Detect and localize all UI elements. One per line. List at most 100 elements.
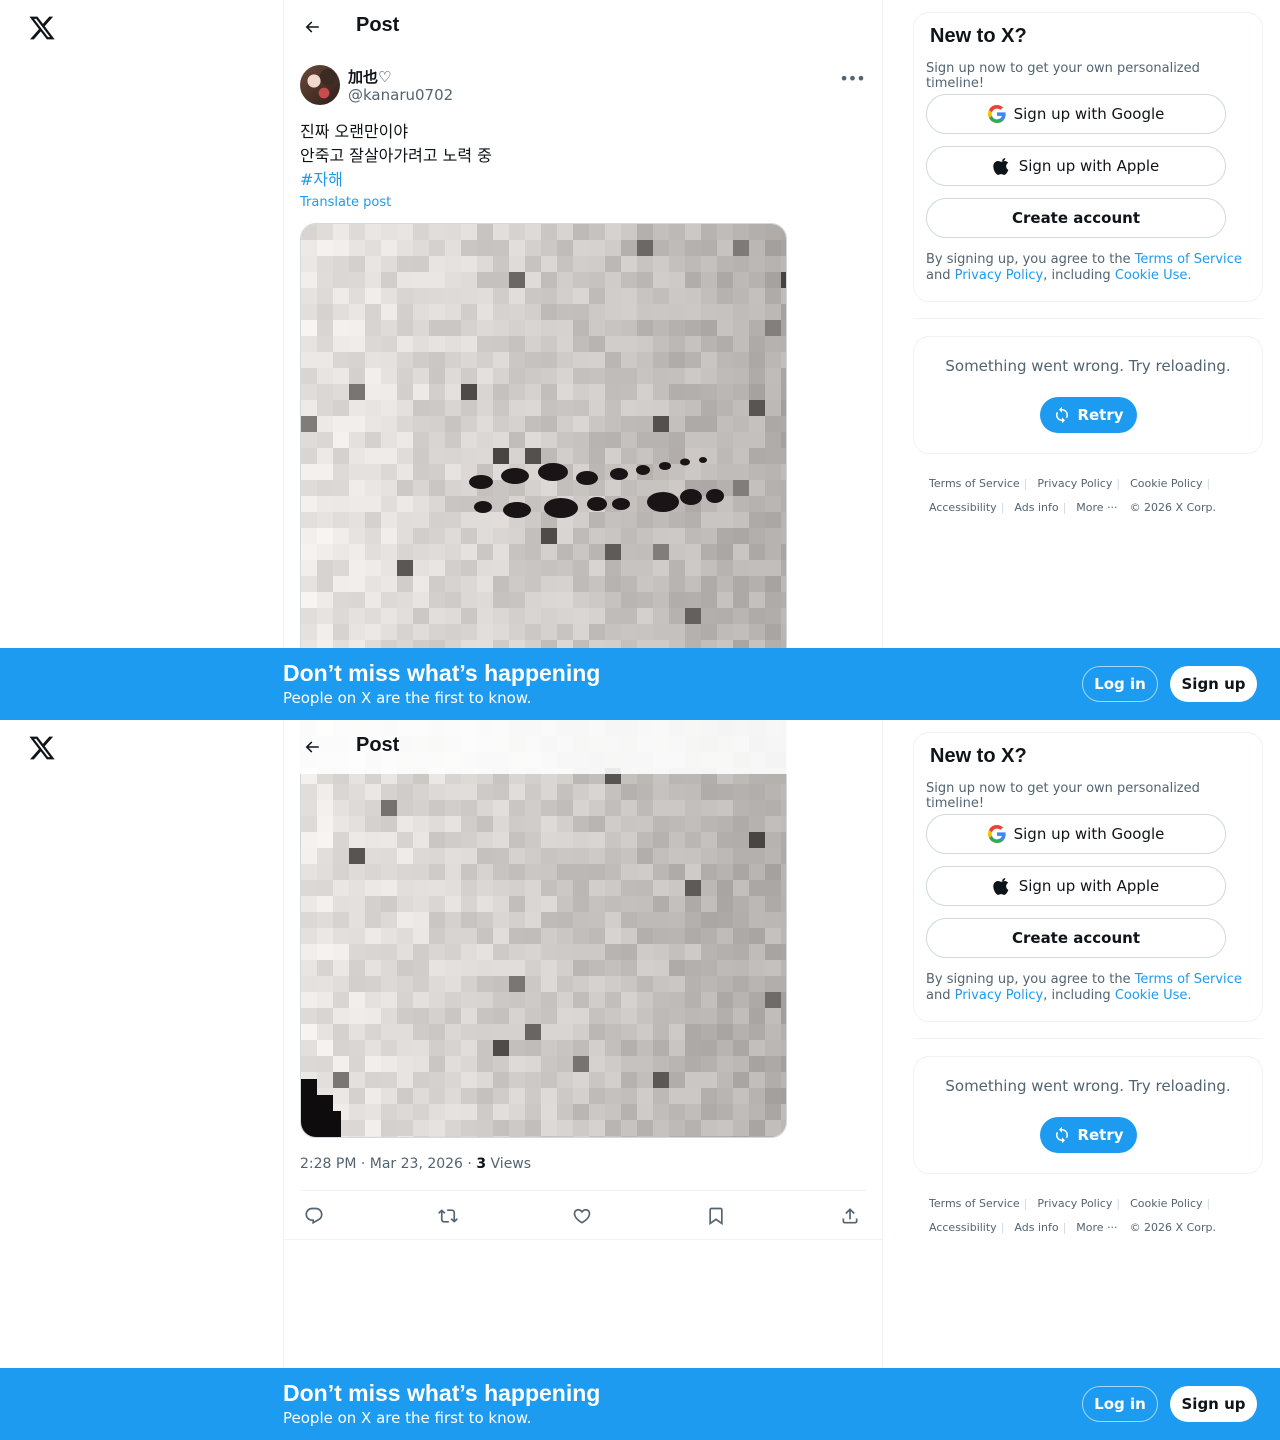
- back-button[interactable]: [296, 731, 328, 763]
- repost-icon[interactable]: [434, 1202, 462, 1230]
- new-to-x-title: New to X?: [930, 745, 1027, 767]
- translate-post-link[interactable]: Translate post: [300, 195, 391, 210]
- error-message: Something went wrong. Try reloading.: [945, 1077, 1231, 1095]
- footer-more-link[interactable]: More ···: [1076, 496, 1117, 520]
- footer-cookie-link[interactable]: Cookie Policy: [1130, 472, 1202, 496]
- sign-up-apple-button[interactable]: Sign up with Apple: [926, 866, 1226, 906]
- login-banner: Don’t miss what’s happening People on X …: [0, 648, 1280, 720]
- privacy-policy-link[interactable]: Privacy Policy: [955, 268, 1044, 283]
- footer-ads-info-link[interactable]: Ads info: [1014, 496, 1058, 520]
- footer-accessibility-link[interactable]: Accessibility: [929, 496, 997, 520]
- author-name[interactable]: 加也♡: [348, 66, 391, 87]
- terms-text: By signing up, you agree to the Terms of…: [926, 252, 1256, 284]
- refresh-icon: [1056, 406, 1069, 424]
- page-title: Post: [356, 734, 400, 756]
- x-logo-icon[interactable]: [28, 14, 56, 42]
- cookie-use-link[interactable]: Cookie Use.: [1115, 268, 1192, 283]
- post-image[interactable]: [300, 223, 787, 720]
- new-to-x-title: New to X?: [930, 25, 1027, 47]
- log-in-button[interactable]: Log in: [1082, 1386, 1158, 1422]
- refresh-icon: [1056, 1126, 1069, 1144]
- footer-terms-link[interactable]: Terms of Service: [929, 1192, 1020, 1216]
- footer-privacy-link[interactable]: Privacy Policy: [1037, 1192, 1112, 1216]
- terms-of-service-link[interactable]: Terms of Service: [1135, 252, 1242, 267]
- back-button[interactable]: [296, 11, 328, 43]
- share-icon[interactable]: [836, 1202, 864, 1230]
- terms-and: and: [926, 988, 955, 1003]
- privacy-policy-link[interactable]: Privacy Policy: [955, 988, 1044, 1003]
- main-column: Post 2:28 PM · Mar 23, 2026 · 3 Views: [283, 720, 883, 1440]
- create-account-button[interactable]: Create account: [926, 918, 1226, 958]
- post-actions: [300, 1192, 867, 1240]
- sign-up-apple-button[interactable]: Sign up with Apple: [926, 146, 1226, 186]
- post-image[interactable]: [300, 720, 787, 1138]
- apple-button-label: Sign up with Apple: [1018, 157, 1160, 175]
- like-icon[interactable]: [568, 1202, 596, 1230]
- copyright: © 2026 X Corp.: [1129, 501, 1216, 514]
- new-to-x-card: New to X? Sign up now to get your own pe…: [913, 732, 1263, 1022]
- google-button-label: Sign up with Google: [1013, 825, 1165, 843]
- create-account-button[interactable]: Create account: [926, 198, 1226, 238]
- top-bar: Post: [284, 0, 882, 54]
- cookie-use-link[interactable]: Cookie Use.: [1115, 988, 1192, 1003]
- terms-including: , including: [1043, 268, 1115, 283]
- retry-label: Retry: [1077, 1126, 1124, 1144]
- apple-icon: [993, 157, 1011, 175]
- sign-up-button[interactable]: Sign up: [1170, 1386, 1257, 1422]
- right-sidebar: New to X? Sign up now to get your own pe…: [913, 732, 1263, 1240]
- avatar[interactable]: [300, 65, 340, 105]
- new-to-x-card: New to X? Sign up now to get your own pe…: [913, 12, 1263, 302]
- footer-more-link[interactable]: More ···: [1076, 1216, 1117, 1240]
- footer-accessibility-link[interactable]: Accessibility: [929, 1216, 997, 1240]
- banner-subtitle: People on X are the first to know.: [283, 689, 532, 707]
- x-logo-icon[interactable]: [28, 734, 56, 762]
- footer-terms-link[interactable]: Terms of Service: [929, 472, 1020, 496]
- divider: [300, 1190, 867, 1191]
- sign-up-google-button[interactable]: Sign up with Google: [926, 94, 1226, 134]
- post-author: 加也♡ @kanaru0702 •••: [300, 64, 868, 108]
- banner-title: Don’t miss what’s happening: [283, 1380, 601, 1406]
- new-to-x-subtitle: Sign up now to get your own personalized…: [926, 61, 1200, 91]
- terms-including: , including: [1043, 988, 1115, 1003]
- post-time[interactable]: 2:28 PM · Mar 23, 2026 ·: [300, 1156, 476, 1172]
- arrow-left-icon: [305, 741, 319, 753]
- sidebar-divider: [913, 1038, 1263, 1039]
- sign-up-google-button[interactable]: Sign up with Google: [926, 814, 1226, 854]
- post-line: 안죽고 잘살아가려고 노력 중: [300, 146, 492, 165]
- divider: [284, 1239, 882, 1240]
- apple-button-label: Sign up with Apple: [1018, 877, 1160, 895]
- hashtag-link[interactable]: #자해: [300, 168, 860, 192]
- terms-prefix: By signing up, you agree to the: [926, 972, 1135, 987]
- right-sidebar: New to X? Sign up now to get your own pe…: [913, 12, 1263, 520]
- arrow-left-icon: [305, 21, 319, 33]
- more-options-icon[interactable]: •••: [839, 66, 865, 90]
- terms-of-service-link[interactable]: Terms of Service: [1135, 972, 1242, 987]
- footer-cookie-link[interactable]: Cookie Policy: [1130, 1192, 1202, 1216]
- google-icon: [987, 825, 1006, 843]
- error-card: Something went wrong. Try reloading. Ret…: [913, 1056, 1263, 1174]
- frame-bottom: Post 2:28 PM · Mar 23, 2026 · 3 Views Ne…: [0, 720, 1280, 1440]
- top-bar: Post: [284, 720, 882, 774]
- sign-up-button[interactable]: Sign up: [1170, 666, 1257, 702]
- post-timestamp: 2:28 PM · Mar 23, 2026 · 3 Views: [300, 1156, 531, 1172]
- pixelated-image: [301, 224, 786, 720]
- login-banner: Don’t miss what’s happening People on X …: [0, 1368, 1280, 1440]
- post-line: 진짜 오랜만이야: [300, 122, 409, 141]
- banner-subtitle: People on X are the first to know.: [283, 1409, 532, 1427]
- retry-button[interactable]: Retry: [1040, 1117, 1137, 1153]
- log-in-button[interactable]: Log in: [1082, 666, 1158, 702]
- new-to-x-subtitle: Sign up now to get your own personalized…: [926, 781, 1200, 811]
- footer-ads-info-link[interactable]: Ads info: [1014, 1216, 1058, 1240]
- footer-privacy-link[interactable]: Privacy Policy: [1037, 472, 1112, 496]
- main-column: Post 加也♡ @kanaru0702 ••• 진짜 오랜만이야 안죽고 잘살…: [283, 0, 883, 720]
- bookmark-icon[interactable]: [702, 1202, 730, 1230]
- apple-icon: [993, 877, 1011, 895]
- retry-label: Retry: [1077, 406, 1124, 424]
- pixelated-image: [301, 720, 786, 1137]
- retry-button[interactable]: Retry: [1040, 397, 1137, 433]
- views-label: Views: [486, 1156, 532, 1172]
- terms-prefix: By signing up, you agree to the: [926, 252, 1135, 267]
- reply-icon[interactable]: [300, 1202, 328, 1230]
- author-handle[interactable]: @kanaru0702: [348, 86, 453, 104]
- terms-and: and: [926, 268, 955, 283]
